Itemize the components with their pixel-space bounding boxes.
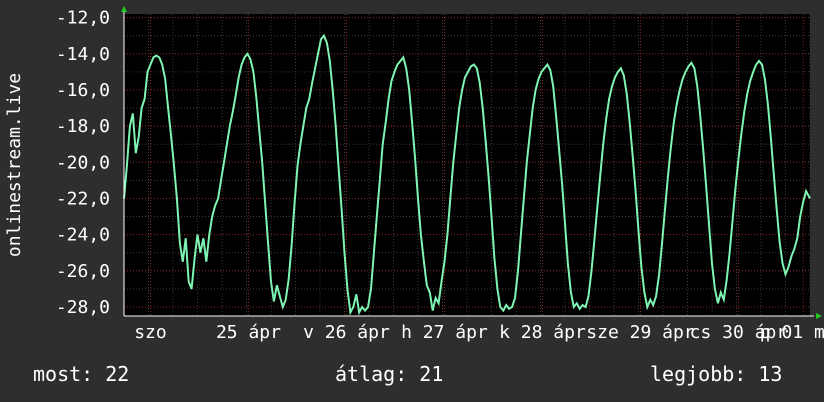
x-tick-label: k 28 ápr: [499, 322, 586, 343]
stat-current: most: 22: [33, 362, 130, 386]
y-tick-label: -14,0: [56, 44, 110, 65]
stat-average: átlag: 21: [335, 362, 444, 386]
y-axis-ticks: -12,0 -14,0 -16,0 -18,0 -20,0 -22,0 -24,0 -26,0…: [56, 8, 110, 318]
x-tick-label: v 26 ápr: [303, 322, 390, 343]
x-tick-label: sze 29 ápr: [586, 322, 695, 343]
y-axis-arrow-icon: [121, 6, 127, 12]
y-tick-label: -28,0: [56, 297, 110, 318]
x-tick-label: szo: [134, 322, 167, 343]
y-tick-label: -24,0: [56, 225, 110, 246]
stat-best: legjobb: 13: [650, 362, 783, 386]
x-axis-ticks: szo 25 ápr v 26 ápr h 27 ápr k 28 ápr sze 29 …: [134, 322, 824, 343]
y-tick-label: -16,0: [56, 80, 110, 101]
y-axis-label: onlinestream.live: [4, 73, 25, 257]
y-tick-label: -26,0: [56, 261, 110, 282]
y-tick-label: -20,0: [56, 152, 110, 173]
x-tick-label: p 01 máj: [760, 322, 824, 343]
x-tick-label: h 27 ápr: [401, 322, 488, 343]
x-axis-arrow-icon: [816, 313, 822, 319]
y-tick-label: -22,0: [56, 188, 110, 209]
x-tick-label: 25 ápr: [216, 322, 281, 343]
y-tick-label: -12,0: [56, 8, 110, 29]
line-chart: -12,0 -14,0 -16,0 -18,0 -20,0 -22,0 -24,0 -26,0…: [4, 6, 824, 343]
y-tick-label: -18,0: [56, 116, 110, 137]
